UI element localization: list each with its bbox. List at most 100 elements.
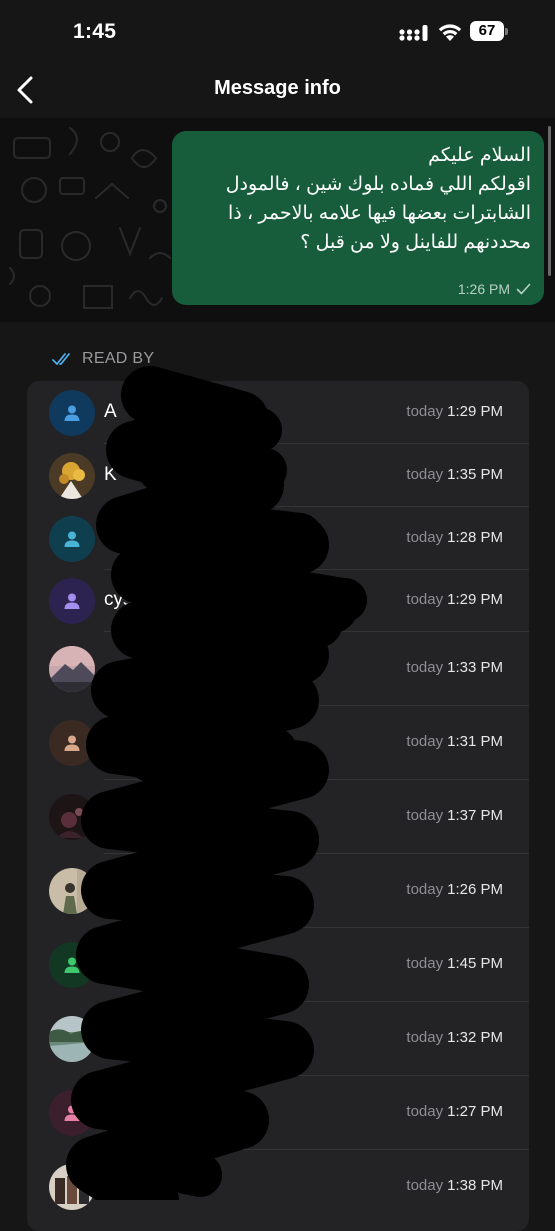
read-timestamp: today 1:37 PM [406, 807, 503, 824]
profile-photo [49, 868, 95, 914]
person-icon [64, 405, 80, 421]
profile-photo [49, 1016, 95, 1062]
read-time: 1:38 PM [447, 1177, 503, 1194]
read-by-row[interactable]: +96 today 1:37 PM [27, 780, 529, 854]
read-time: 1:26 PM [447, 881, 503, 898]
contact-name: ~.~ [104, 864, 132, 885]
read-by-row[interactable]: ~ today 1:33 PM [27, 632, 529, 706]
avatar [49, 720, 95, 766]
profile-photo [49, 646, 95, 692]
read-by-header: READ BY [52, 350, 154, 368]
person-icon [64, 735, 80, 751]
read-day: today [406, 591, 444, 608]
avatar [49, 453, 95, 499]
avatar [49, 390, 95, 436]
read-day: today [406, 529, 444, 546]
read-time: 1:37 PM [447, 807, 503, 824]
status-time: 1:45 [73, 20, 117, 43]
read-time: 1:29 PM [447, 403, 503, 420]
read-by-row[interactable]: cys today 1:29 PM [27, 570, 529, 632]
read-by-row[interactable]: today 1:32 PM [27, 1002, 529, 1076]
read-by-row[interactable]: smile ♛ today 1:27 PM [27, 1076, 529, 1150]
read-time: 1:31 PM [447, 733, 503, 750]
read-by-row[interactable]: ~ + today 1:38 PM [27, 1150, 529, 1224]
contact-name: ~. [104, 716, 121, 737]
profile-photo [49, 453, 95, 499]
contact-name: ~ [104, 1160, 116, 1181]
read-timestamp: today 1:29 PM [406, 591, 503, 608]
battery-indicator: 67 [470, 21, 510, 43]
contact-name: ~ [104, 657, 116, 678]
page-title: Message info [214, 77, 341, 99]
read-time: 1:33 PM [447, 659, 503, 676]
double-check-icon [52, 353, 70, 365]
read-by-list: Atoday 1:29 PM Ktoday 1:35 PM Ntoday 1:28 PM c… [27, 381, 529, 1231]
read-day: today [406, 659, 444, 676]
read-timestamp: today 1:31 PM [406, 733, 503, 750]
read-time: 1:45 PM [447, 955, 503, 972]
read-time: 1:35 PM [447, 466, 503, 483]
person-icon [64, 531, 80, 547]
read-day: today [406, 955, 444, 972]
battery-nub [505, 28, 508, 35]
message-time: 1:26 PM [457, 281, 510, 297]
contact-phone: + [104, 1187, 113, 1203]
read-by-row[interactable]: Ntoday 1:28 PM [27, 507, 529, 570]
avatar [49, 646, 95, 692]
avatar [49, 578, 95, 624]
read-by-row[interactable]: Ktoday 1:35 PM [27, 444, 529, 507]
read-time: 1:29 PM [447, 591, 503, 608]
avatar [49, 942, 95, 988]
read-by-row[interactable]: Atoday 1:29 PM [27, 381, 529, 444]
read-timestamp: today 1:27 PM [406, 1103, 503, 1120]
avatar [49, 1164, 95, 1210]
message-bubble[interactable]: السلام عليكم اقولكم اللي فماده بلوك شين … [172, 131, 544, 305]
read-day: today [406, 881, 444, 898]
read-timestamp: today 1:28 PM [406, 529, 503, 546]
check-icon [516, 283, 531, 295]
status-bar: 1:45 67 [0, 0, 555, 64]
message-text: السلام عليكم اقولكم اللي فماده بلوك شين … [185, 141, 531, 257]
contact-phone: + [104, 891, 113, 907]
cellular-signal-icon [399, 25, 428, 41]
contact-phone: +96 [104, 817, 128, 833]
read-by-row[interactable]: +968 7 today 1:45 PM [27, 928, 529, 1002]
profile-photo [49, 794, 95, 840]
read-by-label: READ BY [82, 350, 155, 367]
contact-phone: +968 7 [104, 965, 148, 981]
scroll-indicator[interactable] [548, 126, 551, 276]
contact-name: A [104, 401, 117, 422]
read-day: today [406, 403, 444, 420]
read-day: today [406, 733, 444, 750]
read-day: today [406, 1177, 444, 1194]
read-timestamp: today 1:45 PM [406, 955, 503, 972]
read-timestamp: today 1:29 PM [406, 403, 503, 420]
contact-phone: +96 [104, 743, 128, 759]
read-day: today [406, 1029, 444, 1046]
read-by-row[interactable]: ~.~ + today 1:26 PM [27, 854, 529, 928]
person-icon [64, 957, 80, 973]
read-by-row[interactable]: ~. +96 today 1:31 PM [27, 706, 529, 780]
profile-photo [49, 1164, 95, 1210]
message-line: الشابترات بعضها فيها علامه بالاحمر ، ذا [227, 203, 531, 224]
nav-bar: Message info [0, 64, 555, 118]
person-icon [64, 1105, 80, 1121]
read-timestamp: today 1:32 PM [406, 1029, 503, 1046]
battery-level: 67 [470, 21, 504, 41]
message-line: اقولكم اللي فماده بلوك شين ، فالمودل [225, 174, 531, 195]
wifi-icon [438, 24, 462, 41]
message-line: السلام عليكم [428, 145, 531, 166]
contact-name: cys [104, 589, 133, 610]
avatar [49, 1090, 95, 1136]
read-time: 1:27 PM [447, 1103, 503, 1120]
avatar [49, 794, 95, 840]
read-timestamp: today 1:35 PM [406, 466, 503, 483]
read-day: today [406, 1103, 444, 1120]
contact-name: K [104, 464, 117, 485]
avatar [49, 1016, 95, 1062]
contact-name: smile ♛ [104, 1102, 171, 1123]
read-timestamp: today 1:38 PM [406, 1177, 503, 1194]
message-meta: 1:26 PM [458, 281, 531, 297]
read-time: 1:32 PM [447, 1029, 503, 1046]
read-time: 1:28 PM [447, 529, 503, 546]
